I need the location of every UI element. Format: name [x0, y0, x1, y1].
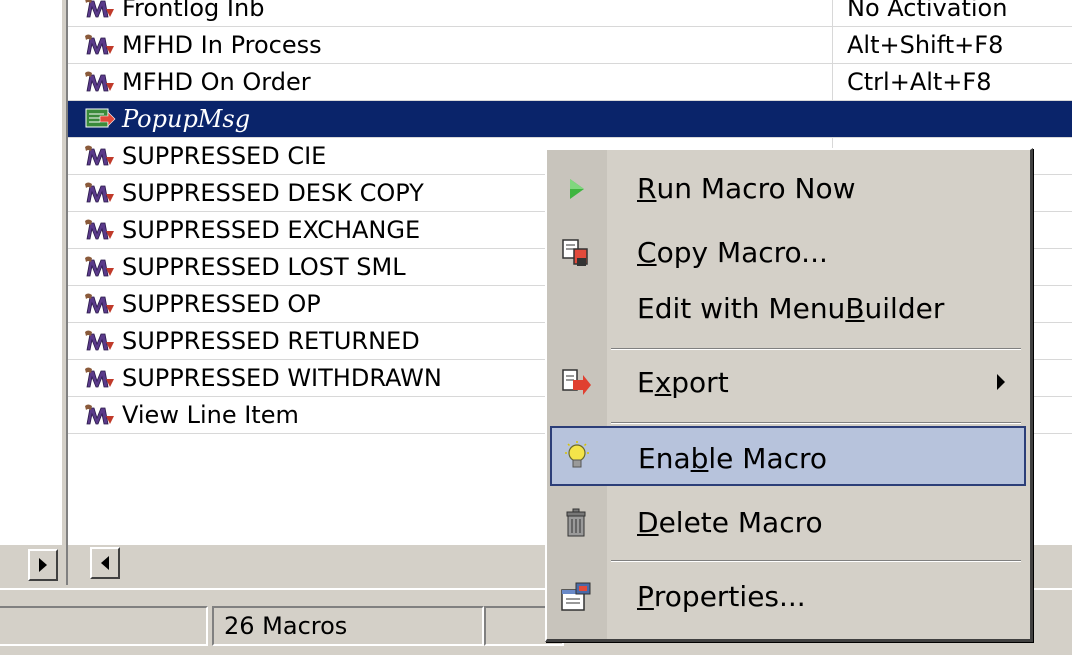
macro-icon [85, 404, 114, 425]
left-tree-pane [0, 0, 62, 545]
macro-name: SUPPRESSED DESK COPY [122, 179, 424, 207]
popup-macro-icon [85, 108, 116, 128]
macro-activation: No Activation [847, 0, 1008, 22]
macro-icon [85, 34, 114, 55]
play-icon [570, 179, 584, 199]
left-arrow-icon [101, 556, 109, 570]
macro-icon [85, 182, 114, 203]
menu-separator [611, 560, 1021, 562]
macro-name: SUPPRESSED RETURNED [122, 327, 420, 355]
macro-activation-cell [832, 101, 1072, 137]
scroll-left-button[interactable] [90, 547, 120, 579]
menu-separator [611, 422, 1021, 424]
menu-item-copy-macro[interactable]: Copy Macro... [549, 222, 1027, 282]
macro-count-label: 26 Macros [224, 612, 348, 640]
macro-name: SUPPRESSED CIE [122, 142, 327, 170]
table-row[interactable]: MFHD In Process Alt+Shift+F8 [68, 27, 1072, 64]
menu-item-export[interactable]: Ex port [549, 352, 1027, 412]
properties-icon [561, 582, 591, 611]
macro-name: SUPPRESSED EXCHANGE [122, 216, 421, 244]
menu-label: Copy Macro... [637, 235, 828, 269]
copy-macro-icon [562, 239, 588, 266]
macro-icon [85, 330, 114, 351]
macro-name: MFHD On Order [122, 68, 311, 96]
menu-item-run-macro-now[interactable]: Run Macro Now [549, 158, 1027, 218]
right-arrow-icon [39, 558, 47, 572]
macro-icon [85, 367, 114, 388]
trash-icon [566, 508, 586, 537]
menu-label: Ex port [637, 365, 729, 399]
macro-name: SUPPRESSED LOST SML [122, 253, 406, 281]
macro-icon [85, 71, 114, 92]
table-row[interactable]: Frontlog Inb No Activation [68, 0, 1072, 27]
menu-label: Ena b le Macro [638, 441, 828, 475]
macro-activation: Alt+Shift+F8 [847, 31, 1004, 59]
macro-name-cell: Frontlog Inb [84, 0, 828, 26]
table-row[interactable]: MFHD On Order Ctrl+Alt+F8 [68, 64, 1072, 101]
macro-name-cell: PopupMsg [84, 101, 828, 137]
macro-icon [85, 293, 114, 314]
macro-name-cell: MFHD On Order [84, 64, 828, 100]
scroll-right-button[interactable] [28, 549, 58, 581]
context-menu: Run Macro Now Copy Macro... Edit with Me… [545, 148, 1033, 642]
macro-activation-cell: Alt+Shift+F8 [832, 27, 1072, 63]
macro-icon [85, 219, 114, 240]
macro-name-cell: MFHD In Process [84, 27, 828, 63]
menu-separator [611, 348, 1021, 350]
macro-name: Frontlog Inb [122, 0, 265, 22]
macro-name: SUPPRESSED OP [122, 290, 321, 318]
status-pane-empty [0, 606, 208, 646]
macro-name: View Line Item [122, 401, 299, 429]
menu-label: Properties... [637, 579, 806, 613]
export-icon [562, 369, 591, 395]
left-hscrollbar[interactable] [0, 545, 62, 585]
menu-label: Run Macro Now [637, 171, 856, 205]
macro-activation-cell: Ctrl+Alt+F8 [832, 64, 1072, 100]
menu-item-properties[interactable]: Properties... [549, 566, 1027, 626]
lightbulb-icon [565, 441, 589, 468]
menu-label: Edit with Menu Builder [637, 291, 945, 325]
macro-name: SUPPRESSED WITHDRAWN [122, 364, 442, 392]
menu-item-delete-macro[interactable]: Delete Macro [549, 492, 1027, 552]
table-row-selected[interactable]: PopupMsg [68, 101, 1072, 138]
submenu-arrow-icon [997, 374, 1005, 390]
menu-item-enable-macro[interactable]: Ena b le Macro [550, 426, 1026, 486]
macro-icon [85, 256, 114, 277]
macro-name: PopupMsg [122, 105, 251, 133]
macro-activation-cell: No Activation [832, 0, 1072, 26]
macro-activation: Ctrl+Alt+F8 [847, 68, 992, 96]
macro-icon [85, 0, 114, 18]
macro-icon [85, 145, 114, 166]
menu-label: Delete Macro [637, 505, 823, 539]
menu-item-edit-with-menu-builder[interactable]: Edit with Menu Builder [549, 278, 1027, 338]
status-pane-count: 26 Macros [212, 606, 484, 646]
macro-name: MFHD In Process [122, 31, 322, 59]
